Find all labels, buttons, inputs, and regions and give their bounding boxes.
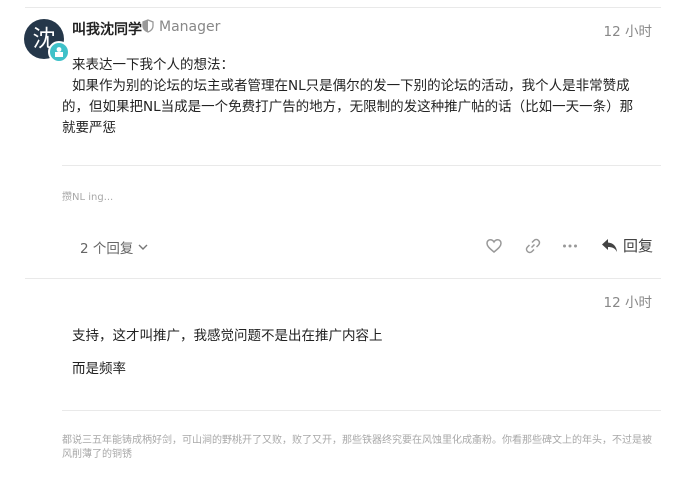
moderator-badge <box>48 41 70 63</box>
post-divider <box>25 278 661 279</box>
reply-arrow-icon <box>602 239 617 252</box>
post-time[interactable]: 12 小时 <box>604 20 652 40</box>
post-line: 支持，这才叫推广，我感觉问题不是出在推广内容上 <box>72 328 383 344</box>
chevron-down-icon <box>138 244 148 250</box>
shield-icon <box>142 19 154 33</box>
more-options-icon[interactable] <box>561 237 579 255</box>
signature-divider <box>62 165 661 166</box>
username[interactable]: 叫我沈同学 <box>72 19 142 39</box>
link-icon[interactable] <box>524 237 542 255</box>
user-signature: 攒NL ing... <box>62 192 114 203</box>
replies-toggle-button[interactable]: 2 个回复 <box>80 237 149 257</box>
shield-user-icon <box>55 47 63 57</box>
user-role: Manager <box>159 19 221 35</box>
user-signature: 都说三五年能铸成柄好剑，可山涧的野桃开了又败，败了又开，那些铁器终究要在风蚀里化… <box>62 434 662 462</box>
reply-button[interactable]: 回复 <box>601 235 653 256</box>
post-time[interactable]: 12 小时 <box>604 291 652 311</box>
post-body: 来表达一下我个人的想法： 如果作为别的论坛的坛主或者管理在NL只是偶尔的发一下别… <box>62 55 662 139</box>
heart-icon[interactable] <box>485 237 503 255</box>
post-line: 来表达一下我个人的想法： <box>72 57 234 73</box>
signature-line: 风削薄了的铜锈 <box>62 449 132 460</box>
signature-divider <box>62 410 661 411</box>
post-line: 而是频率 <box>72 361 126 377</box>
post-line: 就要严惩 <box>62 120 116 136</box>
top-divider <box>25 7 661 8</box>
replies-count: 2 个回复 <box>80 241 134 257</box>
signature-line: 都说三五年能铸成柄好剑，可山涧的野桃开了又败，败了又开，那些铁器终究要在风蚀里化… <box>62 435 652 446</box>
post-line: 如果作为别的论坛的坛主或者管理在NL只是偶尔的发一下别的论坛的活动，我个人是非常… <box>72 78 630 94</box>
post-body: 支持，这才叫推广，我感觉问题不是出在推广内容上 而是频率 <box>72 326 662 380</box>
reply-label: 回复 <box>623 237 654 255</box>
post-line: 的，但如果把NL当成是一个免费打广告的地方，无限制的发这种推广帖的话（比如一天一… <box>62 99 634 115</box>
